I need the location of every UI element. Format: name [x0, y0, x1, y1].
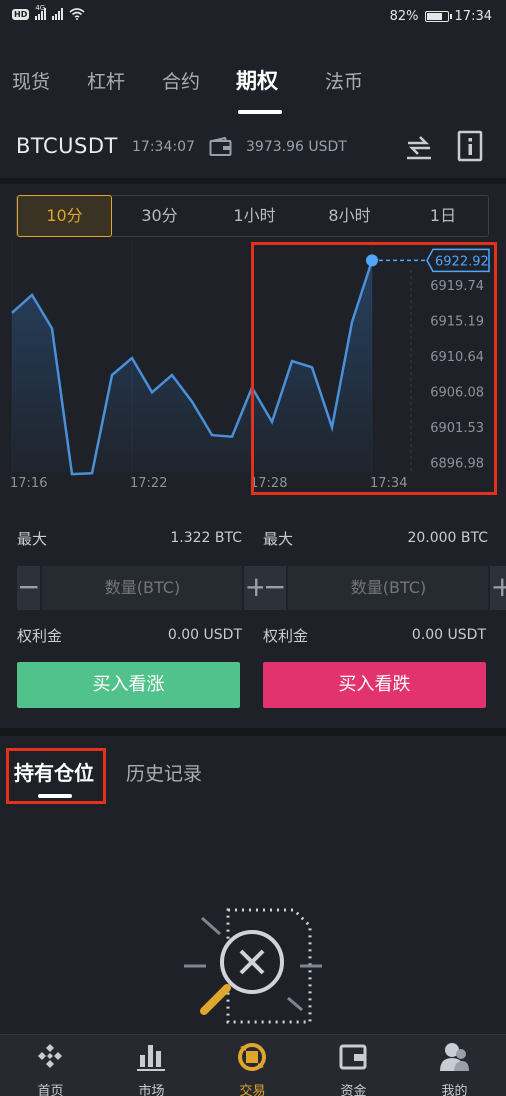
nav-trade[interactable]: 交易 — [202, 1035, 303, 1096]
nav-profile-label: 我的 — [441, 1084, 468, 1096]
user-icon — [440, 1043, 469, 1071]
wallet-icon — [209, 137, 232, 156]
put-max-label: 最大 — [263, 530, 294, 548]
home-icon — [38, 1044, 62, 1068]
swap-icon[interactable] — [404, 131, 434, 161]
tab-spot[interactable]: 现货 — [12, 67, 50, 94]
trade-icon — [238, 1043, 266, 1071]
buy-call-button[interactable]: 买入看涨 — [17, 662, 240, 708]
status-left: HD 4G — [12, 4, 85, 20]
cell-signal-2-icon — [52, 8, 64, 20]
cell-signal-icon: 4G — [35, 4, 47, 20]
put-minus-button[interactable]: − — [263, 566, 287, 610]
call-quantity-input[interactable] — [42, 566, 243, 610]
wallet-icon — [339, 1044, 367, 1070]
interval-1d[interactable]: 1日 — [397, 196, 489, 236]
market-icon — [137, 1045, 165, 1071]
tab-margin[interactable]: 杠杆 — [87, 67, 125, 94]
x-tick-label: 17:22 — [130, 476, 167, 491]
symbol-name[interactable]: BTCUSDT — [16, 134, 118, 158]
put-plus-button[interactable]: + — [490, 566, 506, 610]
nav-funds[interactable]: 资金 — [303, 1035, 404, 1096]
interval-8h[interactable]: 8小时 — [302, 196, 397, 236]
nav-market-label: 市场 — [138, 1084, 165, 1096]
nav-home-label: 首页 — [37, 1084, 64, 1096]
battery-icon — [424, 11, 452, 22]
wifi-icon — [69, 8, 85, 20]
interval-1h[interactable]: 1小时 — [207, 196, 302, 236]
section-divider — [0, 178, 506, 184]
call-quantity-stepper: − + — [17, 566, 268, 610]
put-quantity-input[interactable] — [288, 566, 489, 610]
call-minus-button[interactable]: − — [17, 566, 41, 610]
tab-options[interactable]: 期权 — [236, 65, 278, 95]
put-quantity-stepper: − + — [263, 566, 506, 610]
info-icon[interactable] — [457, 130, 483, 162]
tab-fiat[interactable]: 法币 — [325, 67, 363, 94]
status-time: 17:34 — [454, 9, 492, 24]
chart-highlight-box — [251, 242, 497, 495]
call-premium-value: 0.00 USDT — [167, 627, 242, 643]
interval-selector: 10分 30分 1小时 8小时 1日 — [16, 195, 489, 237]
network-type: 4G — [35, 4, 46, 12]
nav-funds-label: 资金 — [340, 1084, 367, 1096]
nav-home[interactable]: 首页 — [0, 1035, 101, 1096]
tab-contract[interactable]: 合约 — [162, 67, 200, 94]
nav-market[interactable]: 市场 — [101, 1035, 202, 1096]
nav-profile[interactable]: 我的 — [404, 1035, 505, 1096]
put-premium-label: 权利金 — [263, 627, 309, 645]
battery-fill — [426, 13, 443, 20]
call-premium-label: 权利金 — [17, 627, 63, 645]
put-max-value: 20.000 BTC — [407, 530, 488, 546]
battery-percent: 82% — [389, 9, 419, 24]
put-premium-value: 0.00 USDT — [411, 627, 486, 643]
tab-active-indicator — [238, 110, 282, 114]
buy-put-button[interactable]: 买入看跌 — [263, 662, 486, 708]
x-tick-label: 17:16 — [10, 476, 47, 491]
section-divider — [0, 728, 506, 736]
status-right: 82% 17:34 — [390, 9, 492, 24]
bottom-nav: 首页 市场 交易 资金 我的 — [0, 1034, 506, 1096]
call-max-value: 1.322 BTC — [170, 530, 242, 546]
interval-10m[interactable]: 10分 — [17, 195, 112, 237]
symbol-time: 17:34:07 — [132, 139, 195, 155]
hd-icon: HD — [12, 9, 30, 20]
nav-trade-label: 交易 — [239, 1084, 266, 1096]
positions-highlight-box — [6, 748, 106, 804]
balance-value: 3973.96 USDT — [246, 139, 347, 155]
interval-30m[interactable]: 30分 — [112, 196, 207, 236]
call-max-label: 最大 — [17, 530, 48, 548]
empty-state-icon — [184, 908, 322, 1024]
status-bar: HD 4G 82% 17:34 — [0, 0, 506, 36]
tab-history[interactable]: 历史记录 — [126, 759, 202, 786]
